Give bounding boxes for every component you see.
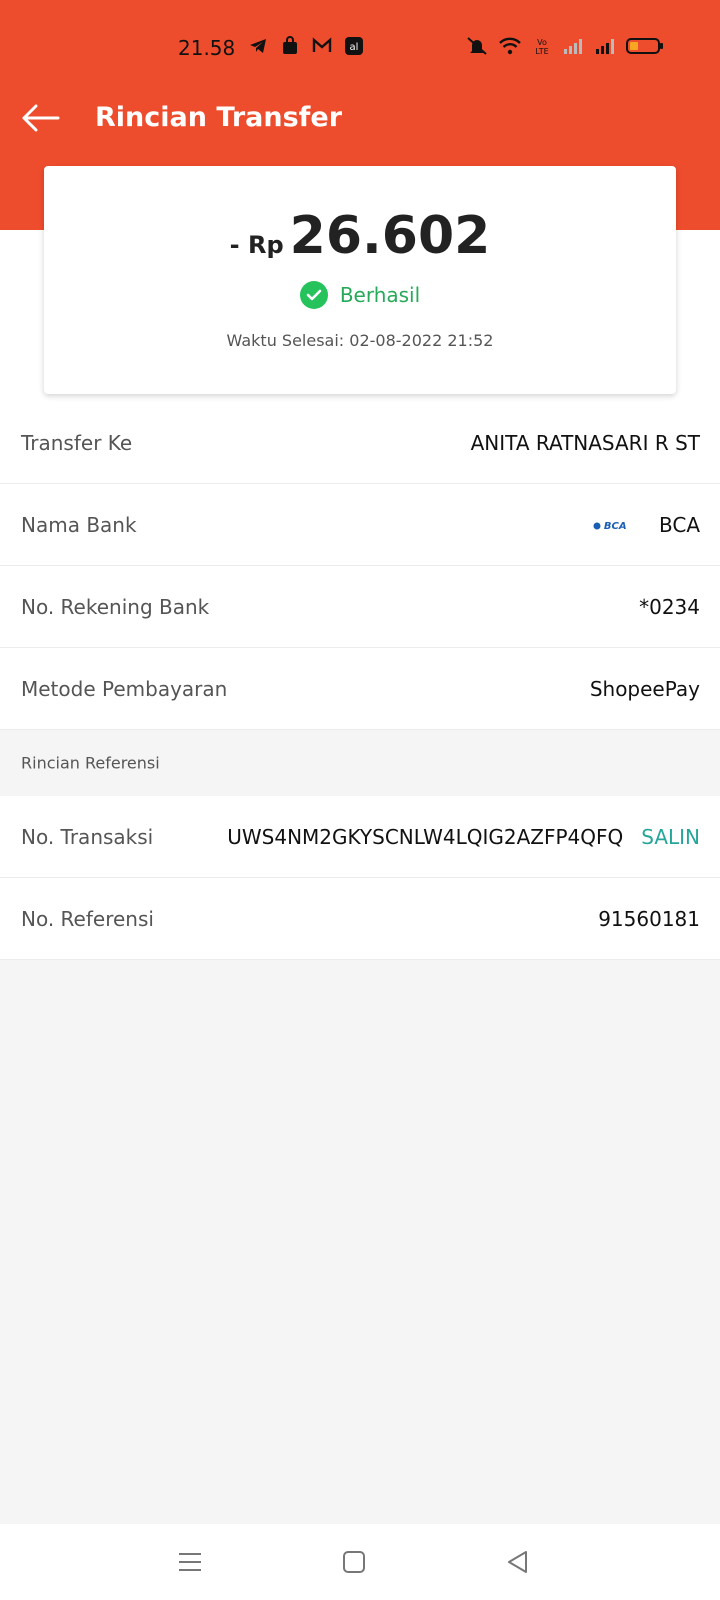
reference-section-header: Rincian Referensi	[0, 730, 720, 796]
volte-icon: VoLTE	[535, 38, 548, 56]
row-label: No. Referensi	[21, 906, 154, 931]
home-icon[interactable]	[338, 1546, 370, 1578]
transfer-summary-card: - Rp 26.602 Berhasil Waktu Selesai: 02-0…	[44, 166, 676, 394]
telegram-icon	[250, 39, 266, 53]
status-text: Berhasil	[339, 283, 421, 307]
row-value: ANITA RATNASARI R ST	[470, 430, 700, 455]
completion-time: Waktu Selesai: 02-08-2022 21:52	[226, 331, 494, 350]
row-label: Metode Pembayaran	[21, 676, 228, 701]
detail-row-recipient: Transfer Ke ANITA RATNASARI R ST	[0, 402, 720, 484]
transaction-value: UWS4NM2GKYSCNLW4LQIG2AZFP4QFQ SALIN	[227, 825, 700, 849]
section-title: Rincian Referensi	[21, 753, 160, 773]
signal-icon	[596, 39, 614, 54]
detail-row-reference-number: No. Referensi 91560181	[0, 878, 720, 960]
bca-logo-icon: BCA	[593, 521, 627, 532]
shop-icon	[283, 36, 297, 54]
bank-logo-text: BCA	[603, 520, 627, 532]
detail-row-payment-method: Metode Pembayaran ShopeePay	[0, 648, 720, 730]
row-label: No. Rekening Bank	[21, 594, 210, 619]
app-icon: al	[345, 37, 363, 55]
row-value: UWS4NM2GKYSCNLW4LQIG2AZFP4QFQ	[227, 824, 624, 849]
svg-text:al: al	[350, 42, 359, 53]
svg-text:Vo: Vo	[537, 38, 547, 47]
status-time: 21.58	[178, 36, 236, 60]
amount-prefix: - Rp	[229, 231, 284, 259]
detail-row-account-number: No. Rekening Bank *0234	[0, 566, 720, 648]
status-row: Berhasil	[44, 281, 676, 309]
app-bar: Rincian Transfer	[0, 90, 720, 146]
row-label: Nama Bank	[21, 512, 137, 537]
detail-row-transaction-number: No. Transaksi UWS4NM2GKYSCNLW4LQIG2AZFP4…	[0, 796, 720, 878]
transfer-details-list: Transfer Ke ANITA RATNASARI R ST Nama Ba…	[0, 402, 720, 960]
bank-value: BCA BCA	[593, 513, 700, 537]
amount-value: 26.602	[289, 206, 491, 266]
row-value: *0234	[639, 594, 700, 619]
row-value: 91560181	[598, 906, 700, 931]
menu-icon[interactable]	[174, 1546, 206, 1578]
amount-row: - Rp 26.602	[44, 206, 676, 266]
signal-icon	[564, 39, 582, 54]
page-title: Rincian Transfer	[95, 102, 343, 133]
system-navigation-bar	[0, 1524, 720, 1600]
wifi-icon	[499, 37, 521, 55]
back-icon[interactable]	[502, 1546, 534, 1578]
battery-icon	[626, 38, 663, 54]
row-value: BCA	[658, 512, 700, 537]
svg-text:LTE: LTE	[535, 47, 548, 56]
detail-row-bank: Nama Bank BCA BCA	[0, 484, 720, 566]
check-circle-icon	[299, 281, 328, 309]
row-value: ShopeePay	[589, 676, 700, 701]
gmail-icon	[312, 37, 332, 52]
back-arrow-icon[interactable]	[18, 96, 62, 140]
status-bar: 21.58 al Vo LTE	[0, 28, 720, 68]
mute-icon	[467, 37, 487, 55]
row-label: Transfer Ke	[21, 430, 133, 455]
copy-button[interactable]: SALIN	[641, 825, 700, 849]
row-label: No. Transaksi	[21, 824, 154, 849]
